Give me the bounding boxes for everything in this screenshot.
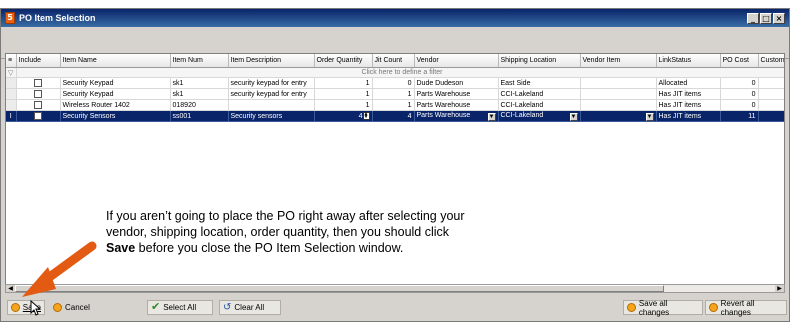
mouse-cursor-icon [30, 300, 42, 316]
annotation-arrow-icon [22, 241, 97, 297]
